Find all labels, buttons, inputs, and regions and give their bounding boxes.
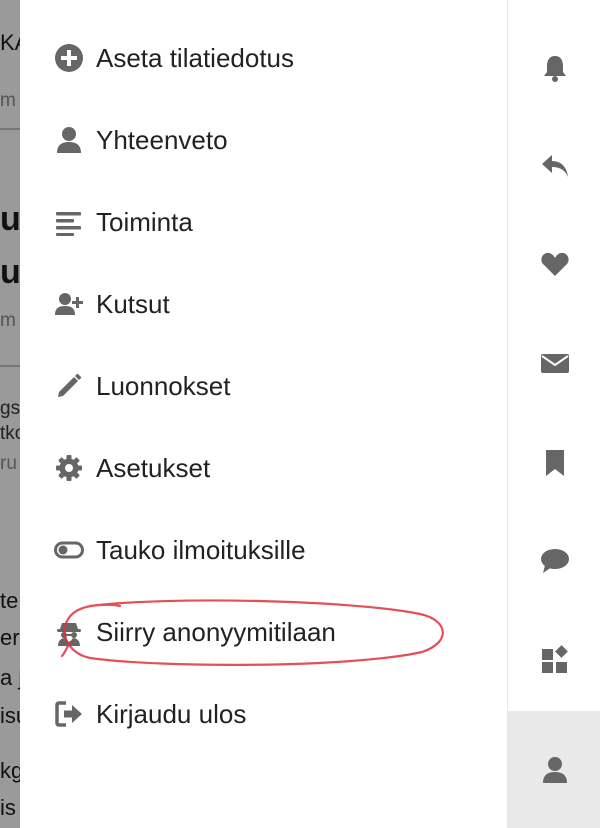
list-icon: [54, 207, 84, 237]
user-menu-panel: Aseta tilatiedotus Yhteenveto Toiminta K…: [20, 0, 507, 828]
user-icon: [540, 755, 570, 785]
background-text: isu: [0, 703, 20, 728]
background-divider: [0, 365, 20, 367]
background-text: gst: [0, 398, 20, 419]
gear-icon: [54, 453, 84, 483]
apps-tab[interactable]: [508, 610, 600, 709]
background-text: m: [0, 310, 16, 331]
quick-access-rail: [507, 0, 600, 828]
toggle-icon: [54, 535, 84, 565]
menu-item-label: Kirjaudu ulos: [96, 698, 247, 729]
menu-item-label: Luonnokset: [96, 370, 231, 401]
incognito-icon: [54, 617, 84, 647]
menu-item-pause-notifications[interactable]: Tauko ilmoituksille: [54, 524, 306, 576]
pencil-icon: [54, 371, 84, 401]
background-text: u: [0, 253, 20, 291]
user-icon: [54, 125, 84, 155]
replies-tab[interactable]: [508, 116, 600, 215]
menu-item-drafts[interactable]: Luonnokset: [54, 360, 230, 412]
background-divider: [0, 128, 20, 130]
background-text: ru: [0, 453, 17, 474]
heart-icon: [540, 249, 570, 279]
menu-item-label: Tauko ilmoituksille: [96, 534, 306, 565]
profile-tab[interactable]: [508, 711, 600, 828]
sign-out-icon: [54, 699, 84, 729]
envelope-icon: [540, 348, 570, 378]
menu-item-label: Asetukset: [96, 452, 211, 483]
background-text: KA: [0, 30, 20, 55]
background-text: tko: [0, 423, 20, 444]
menu-item-log-out[interactable]: Kirjaudu ulos: [54, 688, 246, 740]
reply-icon: [540, 151, 570, 181]
menu-item-label: Yhteenveto: [96, 124, 228, 155]
menu-item-label: Aseta tilatiedotus: [96, 42, 295, 73]
menu-item-label: Toiminta: [96, 206, 193, 237]
bell-icon: [540, 53, 570, 83]
menu-item-label: Kutsut: [96, 288, 170, 319]
bookmarks-tab[interactable]: [508, 413, 600, 512]
messages-tab[interactable]: [508, 313, 600, 412]
menu-item-settings[interactable]: Asetukset: [54, 442, 210, 494]
background-text: u: [0, 200, 20, 238]
background-text: er: [0, 625, 20, 650]
background-text: is: [0, 795, 16, 820]
likes-tab[interactable]: [508, 214, 600, 313]
widgets-icon: [540, 644, 570, 675]
comment-icon: [540, 546, 570, 576]
background-text: a j: [0, 665, 20, 690]
chat-tab[interactable]: [508, 511, 600, 610]
menu-item-summary[interactable]: Yhteenveto: [54, 114, 228, 166]
user-plus-icon: [54, 289, 84, 319]
menu-item-invites[interactable]: Kutsut: [54, 278, 170, 330]
background-text: m: [0, 90, 16, 111]
background-text: te: [0, 588, 19, 613]
background-text: kg: [0, 758, 20, 783]
menu-item-set-status[interactable]: Aseta tilatiedotus: [54, 32, 294, 84]
menu-item-activity[interactable]: Toiminta: [54, 196, 193, 248]
background-page: KA m u u m gst tko ru te er a j isu kg i…: [0, 0, 20, 828]
plus-circle-icon: [54, 43, 84, 73]
bookmark-icon: [540, 448, 570, 478]
notifications-tab[interactable]: [508, 18, 600, 117]
menu-item-label: Siirry anonyymitilaan: [96, 616, 336, 647]
menu-item-anonymous-mode[interactable]: Siirry anonyymitilaan: [54, 606, 336, 658]
